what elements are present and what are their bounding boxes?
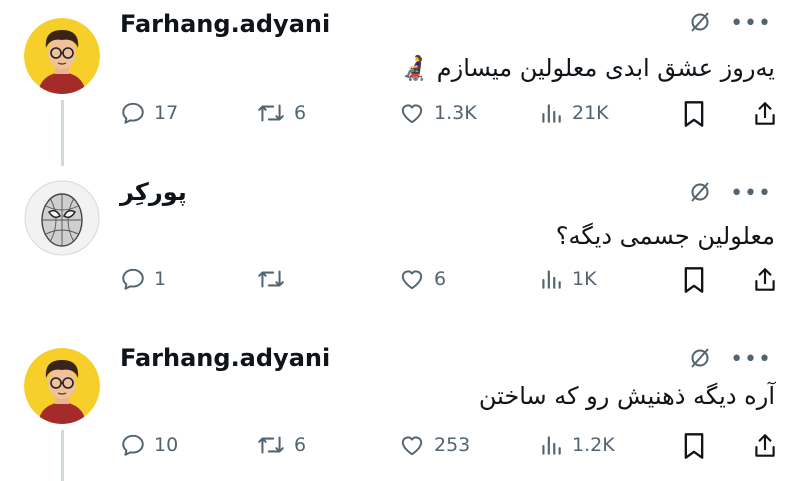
bookmark-button[interactable]: [682, 432, 706, 460]
reply-icon: [122, 434, 144, 456]
share-icon: [755, 102, 775, 125]
share-icon: [755, 434, 775, 457]
more-icon[interactable]: •••: [730, 349, 772, 371]
retweet-icon: [258, 436, 284, 454]
tweet-top-icons: •••: [688, 10, 772, 38]
reply-icon: [122, 268, 144, 290]
tweet-1[interactable]: Farhang.adyani ••• یه‌روز عشق ابدی معلول…: [0, 0, 800, 166]
tweet-text: یه‌روز عشق ابدی معلولین میسازم 👩‍🦼: [399, 54, 775, 82]
reply-button[interactable]: 1: [120, 266, 166, 292]
reply-button[interactable]: 10: [120, 432, 178, 458]
views-count: 1.2K: [572, 434, 615, 456]
heart-icon: [401, 436, 423, 456]
share-icon: [755, 268, 775, 291]
bookmark-button[interactable]: [682, 266, 706, 294]
tweet-3[interactable]: Farhang.adyani ••• آره دیگه ذهنیش رو که …: [0, 330, 800, 481]
avatar-image: [24, 180, 100, 256]
thread-line: [61, 100, 64, 166]
like-count: 253: [434, 434, 471, 456]
action-bar: 17 6 1.3K 21K: [120, 100, 780, 130]
tweet-top-icons: •••: [688, 180, 772, 208]
author-name[interactable]: پورکِر: [120, 178, 187, 206]
action-bar: 10 6 253 1.2K: [120, 432, 780, 462]
action-bar: 1 6 1K: [120, 266, 780, 296]
like-button[interactable]: 6: [398, 266, 446, 292]
reply-button[interactable]: 17: [120, 100, 178, 126]
share-button[interactable]: [752, 100, 778, 128]
share-button[interactable]: [752, 266, 778, 294]
grok-icon[interactable]: [688, 180, 712, 208]
avatar-image: [24, 348, 100, 424]
tweet-top-icons: •••: [688, 346, 772, 374]
avatar-image: [24, 18, 100, 94]
bookmark-button[interactable]: [682, 100, 706, 128]
like-count: 1.3K: [434, 102, 477, 124]
bookmark-icon: [684, 101, 704, 127]
retweet-button[interactable]: 6: [256, 100, 306, 126]
like-count: 6: [434, 268, 447, 290]
more-icon[interactable]: •••: [730, 183, 772, 205]
reply-count: 17: [154, 102, 179, 124]
heart-icon: [401, 104, 423, 124]
like-button[interactable]: 253: [398, 432, 470, 458]
like-button[interactable]: 1.3K: [398, 100, 477, 126]
views-count: 21K: [572, 102, 609, 124]
retweet-icon: [258, 270, 284, 288]
reply-icon: [122, 102, 144, 124]
tweet-text: آره دیگه ذهنیش رو که ساختن: [478, 382, 775, 410]
grok-icon[interactable]: [688, 10, 712, 38]
thread-line: [61, 430, 64, 481]
avatar[interactable]: [24, 348, 100, 424]
retweet-button[interactable]: 6: [256, 432, 306, 458]
views-icon: [542, 104, 561, 123]
retweet-icon: [258, 104, 284, 122]
views-button[interactable]: 1.2K: [538, 432, 615, 458]
retweet-count: 6: [294, 434, 307, 456]
share-button[interactable]: [752, 432, 778, 460]
views-icon: [542, 436, 561, 455]
bookmark-icon: [684, 433, 704, 459]
author-name[interactable]: Farhang.adyani: [120, 10, 330, 38]
views-count: 1K: [572, 268, 597, 290]
reply-count: 1: [154, 268, 167, 290]
tweet-text: معلولین جسمی دیگه؟: [555, 222, 775, 250]
views-icon: [542, 270, 561, 289]
bookmark-icon: [684, 267, 704, 293]
reply-count: 10: [154, 434, 179, 456]
views-button[interactable]: 21K: [538, 100, 609, 126]
avatar[interactable]: [24, 18, 100, 94]
avatar[interactable]: [24, 180, 100, 256]
retweet-button[interactable]: [256, 266, 294, 292]
tweet-2[interactable]: پورکِر ••• معلولین جسمی دیگه؟ 1 6 1K: [0, 166, 800, 326]
retweet-count: 6: [294, 102, 307, 124]
more-icon[interactable]: •••: [730, 13, 772, 35]
heart-icon: [401, 270, 423, 290]
views-button[interactable]: 1K: [538, 266, 597, 292]
grok-icon[interactable]: [688, 346, 712, 374]
author-name[interactable]: Farhang.adyani: [120, 344, 330, 372]
